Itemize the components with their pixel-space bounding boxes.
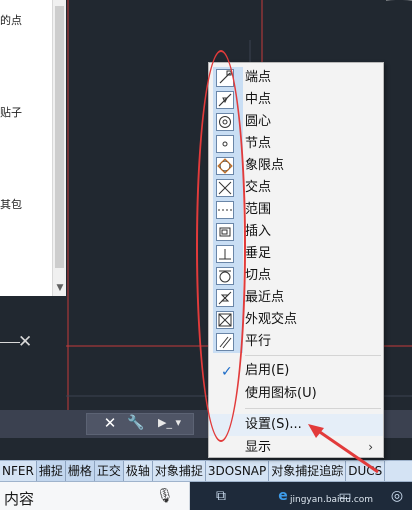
- task-view-icon[interactable]: ⧉: [210, 486, 232, 506]
- menu-item-label: 外观交点: [245, 312, 298, 327]
- ucs-axis-line: [0, 342, 20, 343]
- wrench-icon[interactable]: 🔧: [126, 414, 146, 432]
- menu-item-label: 切点: [245, 268, 272, 283]
- status-snap-button[interactable]: 捕捉: [36, 461, 66, 481]
- red-annotation-ellipse: [196, 50, 246, 442]
- side-panel-line: 的点: [0, 14, 22, 27]
- menu-item-label: 平行: [245, 334, 272, 349]
- status-osnap-button[interactable]: 对象捕捉: [153, 461, 206, 481]
- document-side-panel: 的点 贴子 其包 ▼: [0, 0, 66, 296]
- menu-item-label: 垂足: [245, 246, 272, 261]
- scroll-down-icon[interactable]: ▼: [54, 282, 66, 294]
- scrollbar-thumb[interactable]: [55, 6, 64, 268]
- menu-item-label: 圆心: [245, 114, 272, 129]
- status-3dosnap-button[interactable]: 3DOSNAP: [206, 461, 270, 481]
- menu-item-label: 节点: [245, 136, 272, 151]
- microphone-icon[interactable]: 🎙: [156, 488, 174, 504]
- menu-item-label: 使用图标(U): [245, 386, 317, 401]
- menu-item-label: 插入: [245, 224, 272, 239]
- side-panel-line: 贴子: [0, 106, 22, 119]
- red-annotation-arrow: [308, 424, 379, 474]
- menu-item-label: 端点: [245, 70, 272, 85]
- side-panel-line: 其包: [0, 198, 22, 211]
- menu-item-label: 设置(S)...: [245, 417, 302, 432]
- status-infer-button[interactable]: NFER: [0, 461, 37, 481]
- command-prompt-icon[interactable]: ▶_ ▾: [158, 414, 200, 432]
- menu-separator: [245, 408, 381, 409]
- menu-item-label: 最近点: [245, 290, 285, 305]
- menu-item-label: 象限点: [245, 158, 285, 173]
- status-ortho-button[interactable]: 正交: [94, 461, 124, 481]
- status-grid-button[interactable]: 栅格: [65, 461, 95, 481]
- crosshair-icon: ✕: [18, 332, 33, 352]
- menu-separator: [245, 355, 381, 356]
- taskbar-search-box[interactable]: 内容 🎙: [0, 482, 190, 510]
- menu-item-label: 显示: [245, 440, 272, 455]
- status-polar-button[interactable]: 极轴: [124, 461, 153, 481]
- menu-item-label: 中点: [245, 92, 272, 107]
- menu-item-label: 范围: [245, 202, 272, 217]
- search-text: 内容: [4, 490, 35, 508]
- close-icon[interactable]: ✕: [101, 414, 119, 432]
- watermark-text: jingyan.baidu.com: [290, 495, 374, 505]
- menu-item-label: 交点: [245, 180, 272, 195]
- side-panel-scrollbar[interactable]: ▼: [52, 0, 66, 296]
- menu-item-label: 启用(E): [245, 363, 290, 378]
- app-icon[interactable]: ◎: [386, 486, 408, 506]
